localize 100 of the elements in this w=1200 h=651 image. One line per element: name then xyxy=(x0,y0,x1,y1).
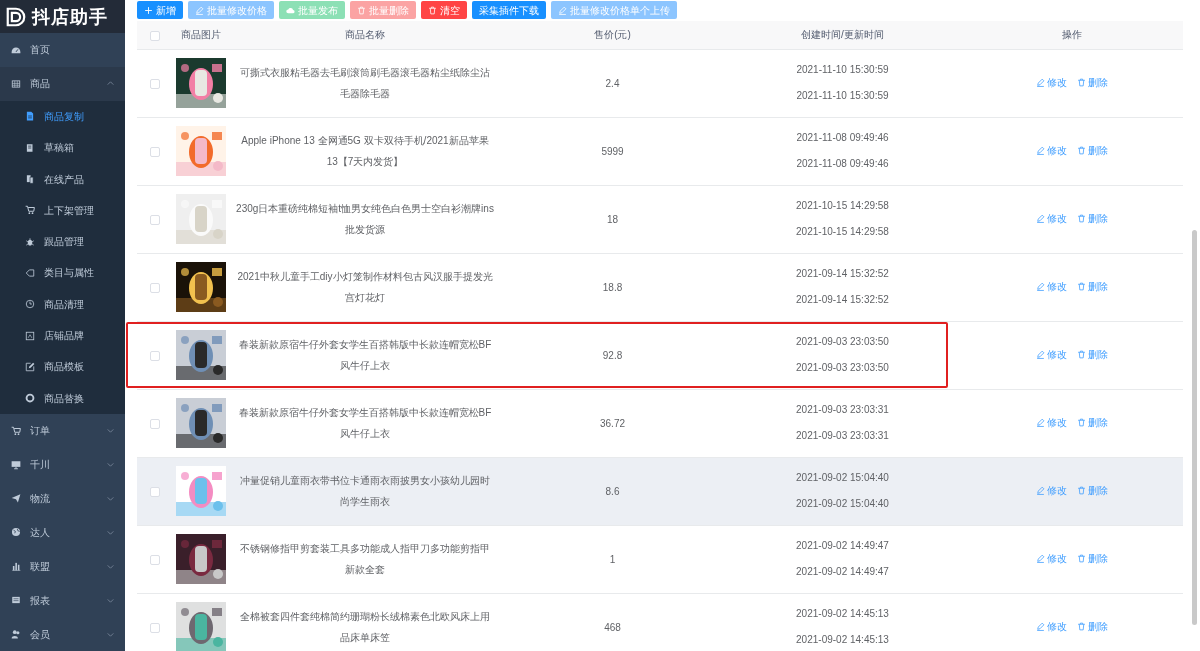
product-name: Apple iPhone 13 全网通5G 双卡双待手机/2021新品苹果13【7天内发货】 xyxy=(241,135,489,167)
app-title: 抖店助手 xyxy=(32,5,108,29)
column-header: 操作 xyxy=(1061,29,1082,41)
column-header: 售价(元) xyxy=(594,29,631,41)
created-time: 2021-10-15 14:29:58 xyxy=(796,199,889,213)
delete-link[interactable]: 删除 xyxy=(1076,75,1108,90)
sidebar-item[interactable]: 首页 xyxy=(0,33,125,67)
price-text: 5999 xyxy=(601,145,624,157)
sidebar-subitem[interactable]: 上下架管理 xyxy=(0,194,125,226)
updated-time: 2021-11-10 15:30:59 xyxy=(796,89,889,103)
sidebar-subitem[interactable]: 类目与属性 xyxy=(0,257,125,289)
edit-link[interactable]: 修改 xyxy=(1035,211,1067,226)
edit-icon xyxy=(25,361,35,372)
row-checkbox[interactable] xyxy=(149,282,160,293)
product-name: 230g日本重磅纯棉短袖t恤男女纯色白色男士空白衫潮牌ins批发货源 xyxy=(236,203,494,235)
column-header: 商品名称 xyxy=(345,29,385,41)
pencil-icon xyxy=(558,5,567,15)
tag-icon xyxy=(25,267,35,278)
row-checkbox[interactable] xyxy=(149,622,160,633)
edit-link[interactable]: 修改 xyxy=(1035,551,1067,566)
sidebar-subitem[interactable]: 商品清理 xyxy=(0,288,125,320)
toolbar-button[interactable]: 新增 xyxy=(137,1,183,19)
row-checkbox[interactable] xyxy=(149,486,160,497)
updated-time: 2021-09-03 23:03:50 xyxy=(796,361,889,375)
cart-icon xyxy=(25,205,35,216)
pencil-icon xyxy=(1035,78,1045,87)
product-name: 2021中秋儿童手工diy小灯笼制作材料包古风汉服手提发光宫灯花灯 xyxy=(237,271,493,303)
logo-icon xyxy=(5,5,27,28)
sidebar-subitem[interactable]: 草稿箱 xyxy=(0,132,125,164)
edit-link[interactable]: 修改 xyxy=(1035,347,1067,362)
created-time: 2021-09-03 23:03:50 xyxy=(796,335,889,349)
cloud-upload-icon xyxy=(286,5,295,15)
pencil-icon xyxy=(1035,554,1045,563)
chevron-down-icon xyxy=(106,460,115,470)
sidebar-subitem[interactable]: 商品替换 xyxy=(0,382,125,414)
price-text: 18.8 xyxy=(602,281,623,293)
product-name: 春装新款原宿牛仔外套女学生百搭韩版中长款连帽宽松BF风牛仔上衣 xyxy=(238,339,492,371)
edit-link[interactable]: 修改 xyxy=(1035,619,1067,634)
trash-icon xyxy=(1076,486,1086,495)
paper-plane-icon xyxy=(11,493,21,504)
sidebar-item[interactable]: 达人 xyxy=(0,515,125,550)
price-text: 36.72 xyxy=(600,417,625,429)
delete-link[interactable]: 删除 xyxy=(1076,483,1108,498)
price-text: 8.6 xyxy=(605,485,620,497)
created-time: 2021-09-02 14:45:13 xyxy=(796,607,889,621)
sidebar-item[interactable]: 商品 xyxy=(0,66,125,101)
scrollbar-thumb[interactable] xyxy=(1192,230,1197,625)
pencil-icon xyxy=(1035,146,1045,155)
price-text: 468 xyxy=(604,621,621,633)
trash-icon xyxy=(1076,418,1086,427)
delete-link[interactable]: 删除 xyxy=(1076,619,1108,634)
edit-link[interactable]: 修改 xyxy=(1035,279,1067,294)
bar-chart-icon xyxy=(11,561,21,572)
sidebar-item[interactable]: 物流 xyxy=(0,481,125,516)
price-text: 2.4 xyxy=(605,77,620,89)
sidebar-item[interactable]: 联盟 xyxy=(0,549,125,584)
updated-time: 2021-10-15 14:29:58 xyxy=(796,225,889,239)
delete-link[interactable]: 删除 xyxy=(1076,211,1108,226)
toolbar-button[interactable]: 采集插件下载 xyxy=(472,1,546,19)
delete-link[interactable]: 删除 xyxy=(1076,551,1108,566)
delete-link[interactable]: 删除 xyxy=(1076,347,1108,362)
sidebar-subitem[interactable]: 商品复制 xyxy=(0,100,125,133)
sidebar-item[interactable]: 报表 xyxy=(0,583,125,618)
edit-link[interactable]: 修改 xyxy=(1035,483,1067,498)
image-frame-icon xyxy=(25,330,35,341)
sidebar-subitem[interactable]: 店铺品牌 xyxy=(0,319,125,352)
trash-icon xyxy=(1076,146,1086,155)
product-name: 不锈钢修指甲剪套装工具多功能成人指甲刀多功能剪指甲新款全套 xyxy=(240,543,490,575)
sidebar-item[interactable]: 订单 xyxy=(0,413,125,448)
created-time: 2021-09-02 15:04:40 xyxy=(796,471,889,485)
trash-icon xyxy=(1076,282,1086,291)
created-time: 2021-11-10 15:30:59 xyxy=(796,63,889,77)
trash-icon xyxy=(1076,214,1086,223)
product-name: 冲量促销儿童雨衣带书位卡通雨衣雨披男女小孩幼儿园时尚学生雨衣 xyxy=(240,475,490,507)
trash-icon xyxy=(1076,350,1086,359)
report-icon xyxy=(11,595,21,606)
edit-link[interactable]: 修改 xyxy=(1035,75,1067,90)
sidebar-item[interactable]: 千川 xyxy=(0,447,125,482)
trash-icon xyxy=(357,5,366,15)
row-checkbox[interactable] xyxy=(149,350,160,361)
pencil-icon xyxy=(1035,214,1045,223)
toolbar-button[interactable]: 清空 xyxy=(421,1,467,19)
select-all-checkbox[interactable] xyxy=(149,30,160,41)
sidebar-item[interactable]: 会员 xyxy=(0,617,125,651)
user-icon xyxy=(11,629,21,640)
sidebar-subitem[interactable]: 在线产品 xyxy=(0,163,125,195)
delete-link[interactable]: 删除 xyxy=(1076,415,1108,430)
column-header: 创建时间/更新时间 xyxy=(801,29,884,41)
row-checkbox[interactable] xyxy=(149,418,160,429)
delete-link[interactable]: 删除 xyxy=(1076,279,1108,294)
sidebar-subitem[interactable]: 跟品管理 xyxy=(0,225,125,258)
row-checkbox[interactable] xyxy=(149,214,160,225)
sidebar-subitem[interactable]: 商品模板 xyxy=(0,351,125,383)
row-checkbox[interactable] xyxy=(149,78,160,89)
row-checkbox[interactable] xyxy=(149,554,160,565)
edit-link[interactable]: 修改 xyxy=(1035,143,1067,158)
cart-icon xyxy=(11,425,21,436)
row-checkbox[interactable] xyxy=(149,146,160,157)
edit-link[interactable]: 修改 xyxy=(1035,415,1067,430)
delete-link[interactable]: 删除 xyxy=(1076,143,1108,158)
